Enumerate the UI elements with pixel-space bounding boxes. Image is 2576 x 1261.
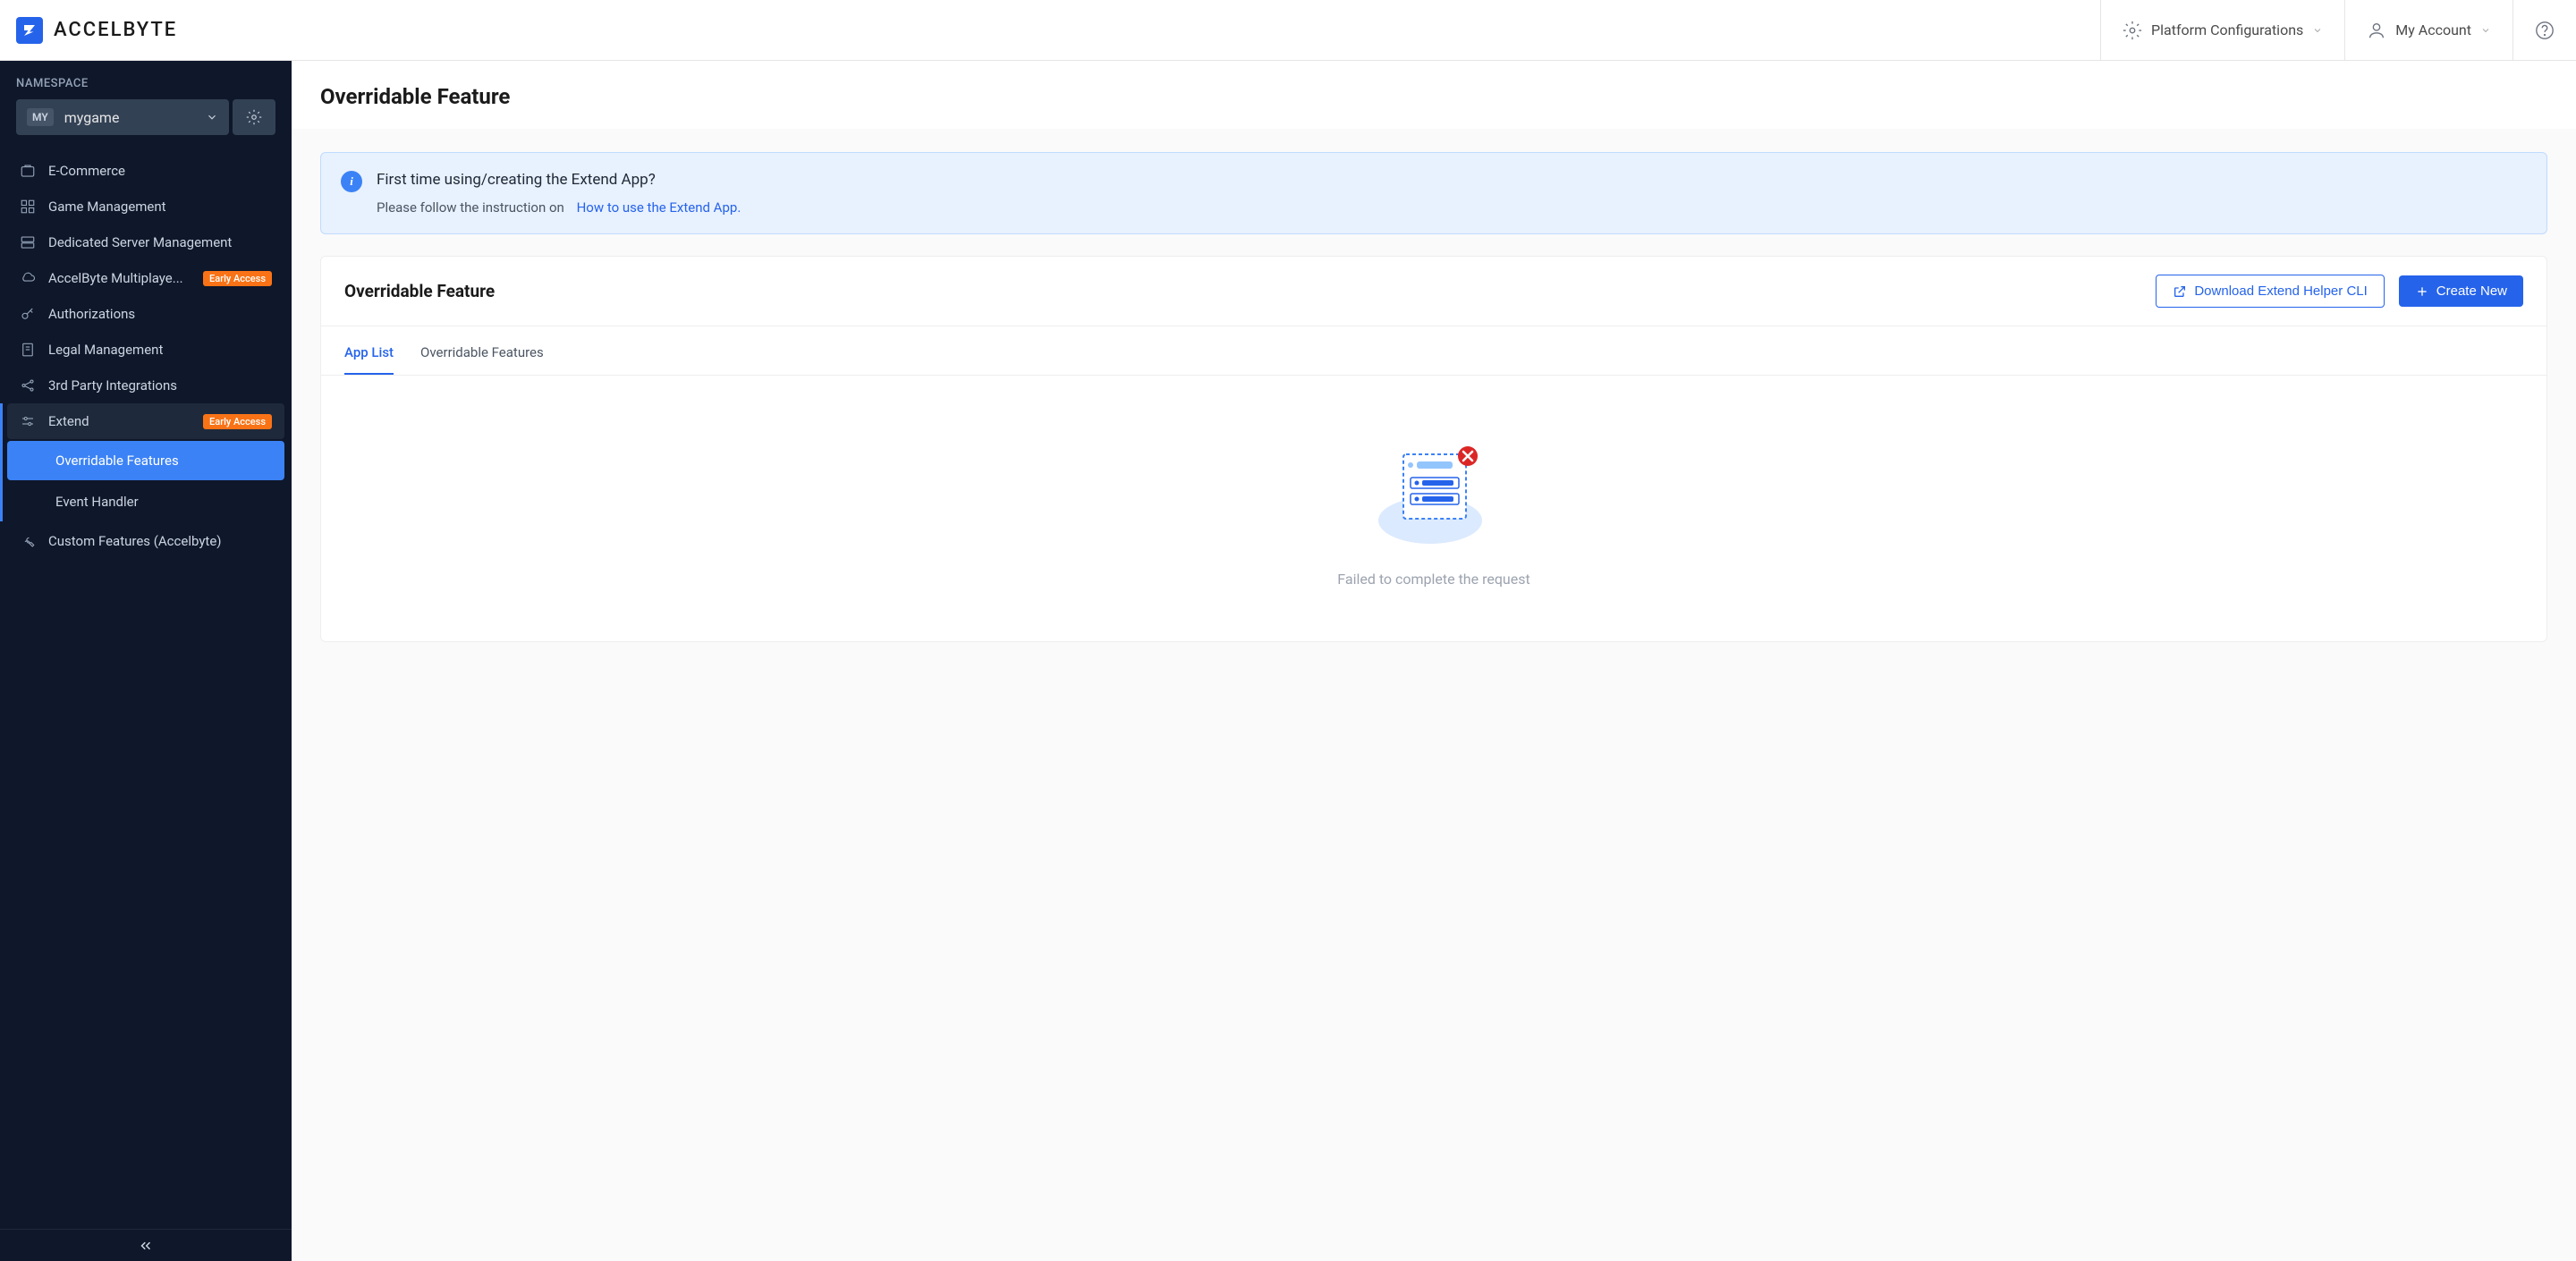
create-new-label: Create New	[2436, 284, 2507, 299]
empty-state-message: Failed to complete the request	[321, 571, 2546, 588]
download-cli-button[interactable]: Download Extend Helper CLI	[2156, 275, 2384, 308]
cloud-icon	[20, 270, 36, 286]
sidebar-subitem-overridable-features[interactable]: Overridable Features	[7, 441, 284, 480]
sidebar-item-authorizations[interactable]: Authorizations	[7, 296, 284, 332]
empty-state: Failed to complete the request	[321, 376, 2546, 641]
sidebar-subitem-label: Overridable Features	[55, 453, 179, 469]
grid-icon	[20, 199, 36, 215]
sidebar-item-legal[interactable]: Legal Management	[7, 332, 284, 368]
info-banner-title: First time using/creating the Extend App…	[377, 171, 2527, 189]
sidebar-item-label: Game Management	[48, 199, 272, 215]
sidebar-subitem-label: Event Handler	[55, 494, 139, 510]
sidebar-item-label: 3rd Party Integrations	[48, 377, 272, 394]
sidebar: NAMESPACE MY mygame E-Commerce	[0, 61, 292, 1261]
sliders-icon	[20, 413, 36, 429]
platform-configurations-menu[interactable]: Platform Configurations	[2100, 0, 2344, 60]
sidebar-item-multiplayer[interactable]: AccelByte Multiplaye... Early Access	[7, 260, 284, 296]
extend-subnav: Overridable Features Event Handler	[7, 441, 284, 521]
cart-icon	[20, 163, 36, 179]
info-banner: i First time using/creating the Extend A…	[320, 152, 2547, 234]
namespace-name: mygame	[64, 109, 195, 126]
create-new-button[interactable]: Create New	[2399, 275, 2523, 307]
namespace-selector-row: MY mygame	[0, 99, 292, 148]
sidebar-item-label: Custom Features (Accelbyte)	[48, 533, 272, 549]
wrench-icon	[20, 533, 36, 549]
info-banner-sub-text: Please follow the instruction on	[377, 199, 564, 216]
download-cli-label: Download Extend Helper CLI	[2194, 284, 2367, 299]
sidebar-item-label: Authorizations	[48, 306, 272, 322]
logo-icon	[16, 17, 43, 44]
tab-app-list[interactable]: App List	[344, 344, 394, 375]
chevron-down-icon	[2480, 25, 2491, 36]
early-access-badge: Early Access	[203, 271, 272, 286]
gear-icon	[246, 109, 262, 125]
sidebar-item-extend[interactable]: Extend Early Access	[7, 403, 284, 439]
tabs: App List Overridable Features	[321, 326, 2546, 376]
gear-icon	[2123, 21, 2142, 40]
header-right: Platform Configurations My Account	[2100, 0, 2576, 60]
platform-configurations-label: Platform Configurations	[2151, 21, 2303, 38]
info-banner-sub: Please follow the instruction on How to …	[377, 199, 2527, 216]
namespace-label: NAMESPACE	[0, 61, 292, 99]
tab-overridable-features[interactable]: Overridable Features	[420, 344, 544, 375]
chevron-down-icon	[206, 111, 218, 123]
tab-label: App List	[344, 344, 394, 360]
feature-panel: Overridable Feature Download Extend Help…	[320, 256, 2547, 642]
plus-icon	[2415, 284, 2429, 299]
chevron-double-left-icon	[138, 1238, 154, 1254]
panel-header: Overridable Feature Download Extend Help…	[321, 257, 2546, 326]
sidebar-item-custom-features[interactable]: Custom Features (Accelbyte)	[7, 523, 284, 559]
panel-title: Overridable Feature	[344, 281, 2156, 301]
content-area: i First time using/creating the Extend A…	[292, 129, 2576, 665]
sidebar-item-dedicated-server[interactable]: Dedicated Server Management	[7, 224, 284, 260]
external-link-icon	[2173, 284, 2187, 299]
top-header: ACCELBYTE Platform Configurations My Acc…	[0, 0, 2576, 61]
sidebar-item-label: AccelByte Multiplaye...	[48, 270, 191, 286]
info-icon: i	[341, 171, 362, 192]
key-icon	[20, 306, 36, 322]
my-account-label: My Account	[2395, 21, 2471, 38]
chevron-down-icon	[2312, 25, 2323, 36]
page-title: Overridable Feature	[292, 61, 2576, 129]
info-body: First time using/creating the Extend App…	[377, 171, 2527, 216]
user-icon	[2367, 21, 2386, 40]
server-icon	[20, 234, 36, 250]
main-content: Overridable Feature i First time using/c…	[292, 61, 2576, 1261]
help-icon	[2535, 21, 2555, 40]
logo-area: ACCELBYTE	[0, 17, 2100, 44]
tab-label: Overridable Features	[420, 344, 544, 360]
document-icon	[20, 342, 36, 358]
sidebar-item-label: Dedicated Server Management	[48, 234, 272, 250]
help-button[interactable]	[2512, 0, 2576, 60]
namespace-badge: MY	[27, 108, 54, 126]
namespace-settings-button[interactable]	[233, 99, 275, 135]
share-icon	[20, 377, 36, 394]
sidebar-subitem-event-handler[interactable]: Event Handler	[7, 482, 284, 521]
info-banner-link[interactable]: How to use the Extend App.	[577, 199, 741, 216]
sidebar-item-label: Legal Management	[48, 342, 272, 358]
sidebar-item-label: E-Commerce	[48, 163, 272, 179]
early-access-badge: Early Access	[203, 414, 272, 429]
sidebar-nav: E-Commerce Game Management Dedicated Ser…	[0, 148, 292, 1229]
sidebar-item-game-management[interactable]: Game Management	[7, 189, 284, 224]
namespace-selector[interactable]: MY mygame	[16, 99, 229, 135]
sidebar-item-label: Extend	[48, 413, 191, 429]
empty-state-illustration	[1371, 438, 1496, 546]
my-account-menu[interactable]: My Account	[2344, 0, 2512, 60]
sidebar-collapse-button[interactable]	[0, 1229, 292, 1261]
brand-name: ACCELBYTE	[54, 19, 177, 41]
sidebar-item-3rd-party[interactable]: 3rd Party Integrations	[7, 368, 284, 403]
sidebar-item-ecommerce[interactable]: E-Commerce	[7, 153, 284, 189]
